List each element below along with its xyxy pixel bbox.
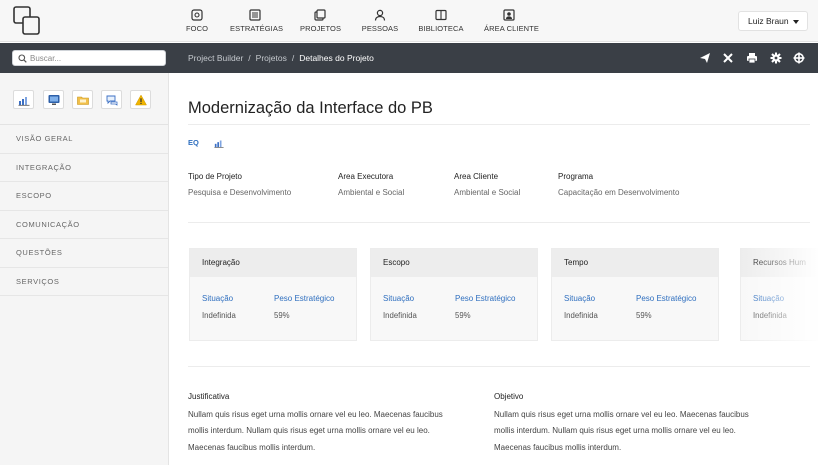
knowledge-card[interactable]: Integração Situação Peso Estratégico Ind… xyxy=(189,248,357,341)
library-icon xyxy=(435,9,447,21)
strategy-icon xyxy=(249,9,261,21)
card-title: Integração xyxy=(190,249,356,277)
chart-icon[interactable] xyxy=(214,138,224,148)
nav-pessoas[interactable]: PESSOAS xyxy=(361,0,399,42)
user-name: Luiz Braun xyxy=(748,16,789,26)
card-peso-label[interactable]: Peso Estratégico xyxy=(636,294,696,303)
section-text: Nullam quis risus eget urna mollis ornar… xyxy=(188,410,443,452)
sidebar-item-servicos[interactable]: SERVIÇOS xyxy=(0,268,168,296)
user-menu-button[interactable]: Luiz Braun xyxy=(738,11,808,31)
nav-label: PROJETOS xyxy=(300,24,342,33)
section-title: Justificativa xyxy=(188,392,230,401)
quick-chat-button[interactable] xyxy=(101,90,122,109)
knowledge-card[interactable]: Recursos Hum Situação Indefinida xyxy=(740,248,818,341)
quick-folder-button[interactable] xyxy=(72,90,93,109)
divider xyxy=(188,124,810,125)
breadcrumb-separator: / xyxy=(248,53,251,63)
field-value: Capacitação em Desenvolvimento xyxy=(558,188,680,197)
card-title: Recursos Hum xyxy=(741,249,817,277)
sidebar-item-questoes[interactable]: QUESTÕES xyxy=(0,239,168,268)
sidebar: VISÃO GERAL INTEGRAÇÃO ESCOPO COMUNICAÇÃ… xyxy=(0,73,169,465)
people-icon xyxy=(374,9,386,21)
field-value: Pesquisa e Desenvolvimento xyxy=(188,188,292,197)
send-icon[interactable] xyxy=(699,52,711,64)
knowledge-card[interactable]: Tempo Situação Peso Estratégico Indefini… xyxy=(551,248,719,341)
breadcrumb-link-project-builder[interactable]: Project Builder xyxy=(188,53,243,63)
search-icon xyxy=(18,54,27,63)
nav-projetos[interactable]: PROJETOS xyxy=(300,0,342,42)
card-situacao-label[interactable]: Situação xyxy=(202,294,233,303)
settings-icon[interactable] xyxy=(770,52,782,64)
client-area-icon xyxy=(503,9,515,21)
card-peso-value: 59% xyxy=(455,311,471,320)
quick-actions xyxy=(0,73,168,125)
breadcrumb: Project Builder / Projetos / Detalhes do Pro… xyxy=(188,53,374,63)
card-situacao-label[interactable]: Situação xyxy=(753,294,784,303)
field-value: Ambiental e Social xyxy=(454,188,521,197)
breadcrumb-separator: / xyxy=(291,53,295,63)
action-bar: Project Builder / Projetos / Detalhes do Pro… xyxy=(0,43,818,73)
quick-warning-button[interactable] xyxy=(130,90,151,109)
quick-monitor-button[interactable] xyxy=(43,90,64,109)
crosshair-icon[interactable] xyxy=(793,52,805,64)
nav-label: ÁREA CLIENTE xyxy=(484,24,539,33)
card-situacao-value: Indefinida xyxy=(753,311,787,320)
card-title: Escopo xyxy=(371,249,537,277)
print-icon[interactable] xyxy=(746,52,758,64)
nav-foco[interactable]: FOCO xyxy=(186,0,208,42)
quick-chart-button[interactable] xyxy=(13,90,34,109)
chart-icon xyxy=(18,97,30,106)
sidebar-item-escopo[interactable]: ESCOPO xyxy=(0,182,168,211)
projects-icon xyxy=(314,9,326,21)
card-title: Tempo xyxy=(552,249,718,277)
search-input[interactable] xyxy=(30,51,162,65)
nav-biblioteca[interactable]: BIBLIOTECA xyxy=(418,0,464,42)
nav-estrategias[interactable]: ESTRATÉGIAS xyxy=(230,0,284,42)
nav-label: BIBLIOTECA xyxy=(418,24,464,33)
top-navbar: FOCO ESTRATÉGIAS PROJETOS PESSOAS BIBLIO… xyxy=(0,0,818,42)
breadcrumb-current: Detalhes do Projeto xyxy=(299,53,374,63)
field-label: Programa xyxy=(558,172,594,181)
field-label: Tipo de Projeto xyxy=(188,172,242,181)
folder-icon xyxy=(77,96,89,105)
search-box[interactable] xyxy=(12,50,166,66)
field-label: Area Executora xyxy=(338,172,394,181)
warning-icon xyxy=(135,94,147,106)
divider xyxy=(188,222,810,223)
card-situacao-label[interactable]: Situação xyxy=(564,294,595,303)
page-title: Modernização da Interface do PB xyxy=(188,99,433,117)
field-label: Area Cliente xyxy=(454,172,499,181)
tag-eq[interactable]: EQ xyxy=(188,138,199,147)
close-icon[interactable] xyxy=(722,52,734,64)
sidebar-item-comunicacao[interactable]: COMUNICAÇÃO xyxy=(0,211,168,239)
nav-label: PESSOAS xyxy=(361,24,399,33)
card-peso-label[interactable]: Peso Estratégico xyxy=(455,294,515,303)
section-text: Nullam quis risus eget urna mollis ornar… xyxy=(494,410,749,452)
card-situacao-value: Indefinida xyxy=(564,311,598,320)
card-peso-value: 59% xyxy=(636,311,652,320)
card-situacao-value: Indefinida xyxy=(383,311,417,320)
field-value: Ambiental e Social xyxy=(338,188,405,197)
card-situacao-label[interactable]: Situação xyxy=(383,294,414,303)
chat-icon xyxy=(106,95,118,106)
card-situacao-value: Indefinida xyxy=(202,311,236,320)
monitor-icon xyxy=(48,95,60,105)
knowledge-card[interactable]: Escopo Situação Peso Estratégico Indefin… xyxy=(370,248,538,341)
breadcrumb-link-projetos[interactable]: Projetos xyxy=(256,53,287,63)
caret-down-icon xyxy=(792,19,799,24)
card-peso-value: 59% xyxy=(274,311,290,320)
sidebar-item-visao-geral[interactable]: VISÃO GERAL xyxy=(0,125,168,154)
nav-label: FOCO xyxy=(186,24,209,33)
focus-icon xyxy=(191,9,203,21)
sidebar-item-integracao[interactable]: INTEGRAÇÃO xyxy=(0,154,168,182)
divider xyxy=(188,366,810,367)
nav-area-cliente[interactable]: ÁREA CLIENTE xyxy=(484,0,539,42)
logo-icon[interactable] xyxy=(13,6,41,36)
nav-label: ESTRATÉGIAS xyxy=(230,24,284,33)
card-peso-label[interactable]: Peso Estratégico xyxy=(274,294,334,303)
section-title: Objetivo xyxy=(494,392,524,401)
